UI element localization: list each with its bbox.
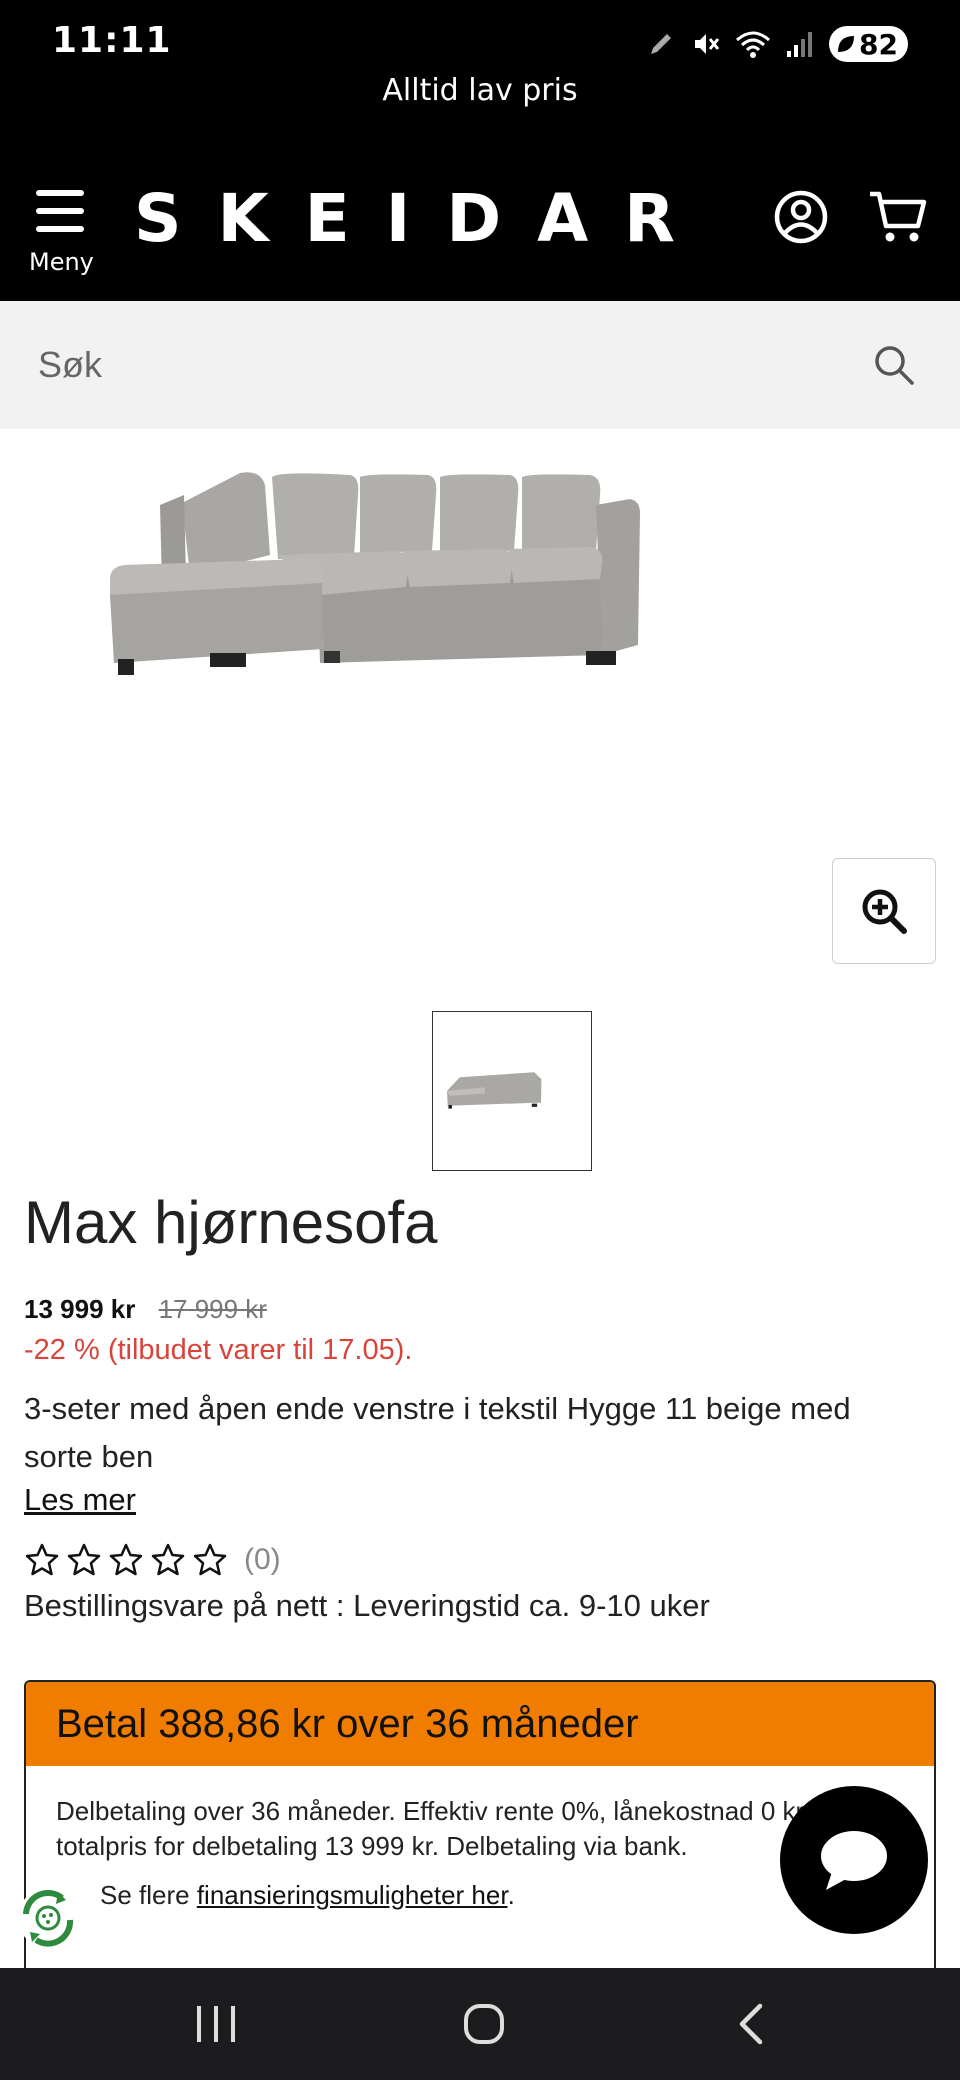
leaf-icon	[838, 36, 855, 52]
signal-icon	[787, 32, 813, 57]
old-price: 17 999 kr	[158, 1294, 267, 1324]
star-icon	[151, 1543, 185, 1576]
recents-icon	[197, 2006, 235, 2042]
promo-banner: Alltid lav pris	[0, 73, 960, 160]
product-thumbnail[interactable]	[432, 1011, 592, 1171]
financing-more-prefix: Se flere	[100, 1880, 197, 1910]
delivery-info: Bestillingsvare på nett : Leveringstid c…	[24, 1588, 710, 1623]
site-logo[interactable]: SKEIDAR	[134, 180, 711, 257]
product-title: Max hjørnesofa	[24, 1189, 438, 1256]
star-icon	[25, 1543, 59, 1576]
financing-more: Se flere finansieringsmuligheter her.	[56, 1878, 904, 1913]
product-image[interactable]	[110, 455, 840, 705]
battery-icon: 82	[829, 26, 908, 62]
zoom-button[interactable]	[832, 858, 936, 964]
back-icon	[739, 2003, 763, 2045]
thumbnail-image	[447, 1072, 542, 1109]
product-description: 3-seter med åpen ende venstre i tekstil …	[24, 1391, 851, 1474]
menu-button[interactable]: Meny	[24, 190, 94, 280]
financing-more-suffix: .	[507, 1880, 515, 1910]
chat-button[interactable]	[780, 1786, 928, 1934]
back-button[interactable]	[724, 1996, 780, 2052]
price-row: 13 999 kr 17 999 kr	[24, 1294, 267, 1325]
star-icon	[109, 1543, 143, 1576]
search-input[interactable]	[0, 301, 860, 429]
site-header: Alltid lav pris Meny SKEIDAR	[0, 73, 960, 301]
zoom-in-icon	[862, 889, 907, 934]
account-icon[interactable]	[770, 186, 832, 248]
menu-label: Meny	[29, 248, 94, 276]
status-bar: 11:11 82	[0, 0, 960, 80]
status-time: 11:11	[52, 20, 172, 61]
pen-icon	[651, 34, 672, 54]
read-more-link[interactable]: Les mer	[24, 1482, 136, 1518]
discount-text: -22 % (tilbudet varer til 17.05).	[24, 1334, 413, 1366]
star-icon	[67, 1543, 101, 1576]
rating[interactable]: (0)	[24, 1538, 281, 1582]
recent-apps-button[interactable]	[188, 1996, 244, 2052]
status-icons: 82	[647, 24, 908, 64]
search-icon[interactable]	[872, 343, 916, 387]
home-icon	[464, 2004, 504, 2044]
search-bar	[0, 301, 960, 429]
financing-options-link[interactable]: finansieringsmuligheter her	[197, 1880, 508, 1910]
recycle-badge-icon[interactable]	[14, 1884, 82, 1952]
battery-level: 82	[859, 27, 898, 61]
promo-text: Alltid lav pris	[382, 73, 578, 108]
chat-bubble-icon	[821, 1831, 887, 1890]
menu-icon	[36, 190, 84, 234]
financing-details: Delbetaling over 36 måneder. Effektiv re…	[56, 1796, 810, 1861]
cart-icon[interactable]	[868, 186, 930, 248]
financing-headline[interactable]: Betal 388,86 kr over 36 måneder	[26, 1682, 934, 1766]
star-icon	[193, 1543, 227, 1576]
home-button[interactable]	[456, 1996, 512, 2052]
current-price: 13 999 kr	[24, 1294, 136, 1324]
system-nav-bar	[0, 1968, 960, 2080]
mute-icon	[695, 34, 720, 54]
wifi-icon	[736, 31, 771, 58]
review-count: (0)	[244, 1543, 281, 1576]
